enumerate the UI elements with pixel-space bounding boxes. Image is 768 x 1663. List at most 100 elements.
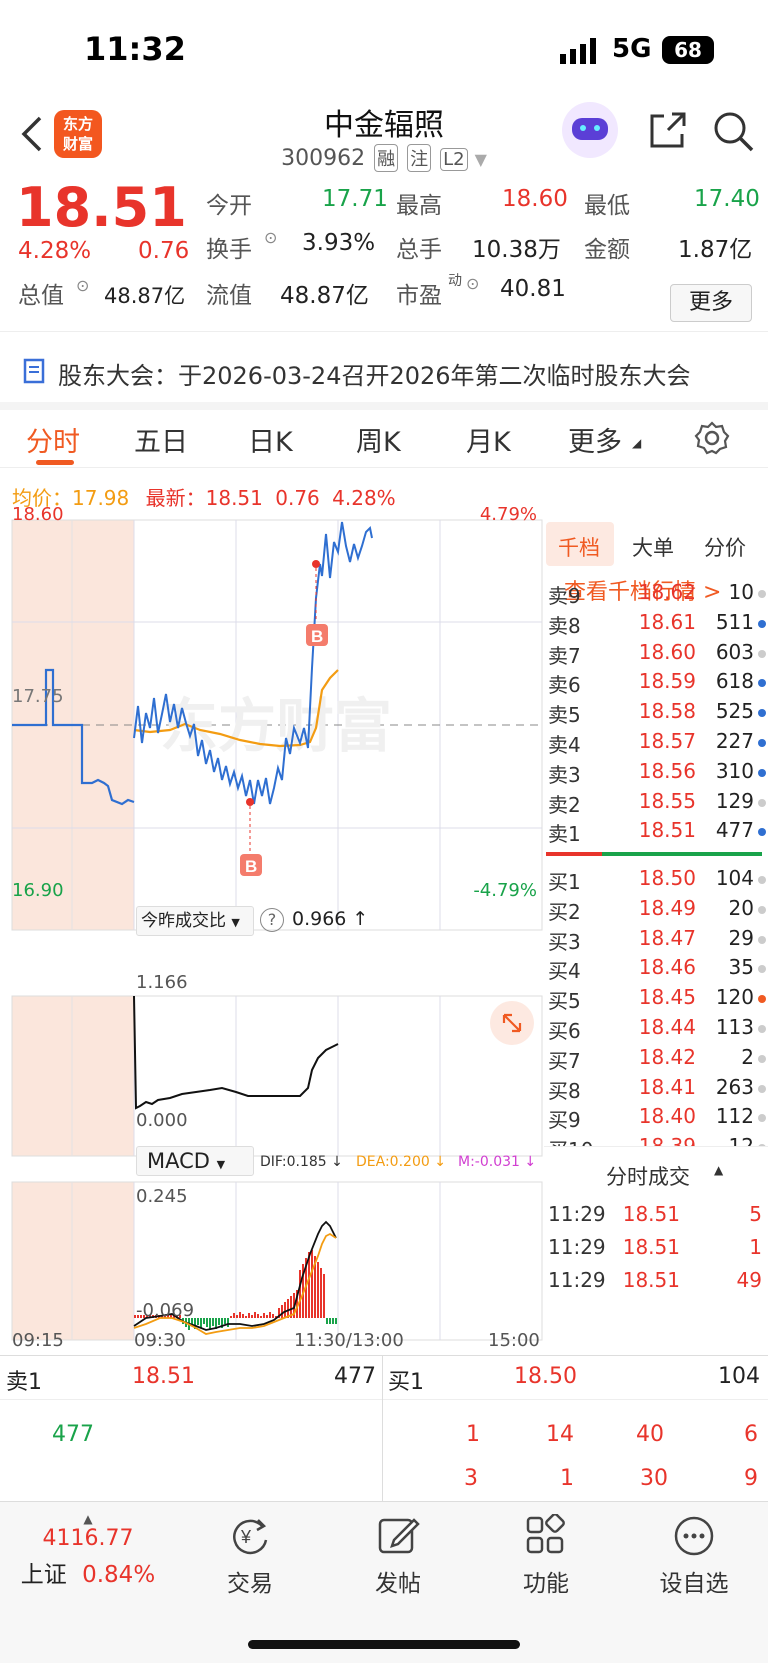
nav-functions[interactable]: 功能	[476, 1502, 616, 1598]
tag-registered: 注	[407, 144, 432, 172]
macd-bar	[233, 1313, 235, 1318]
depth-row[interactable]: 卖1 18.51 477	[544, 818, 768, 849]
depth-dot	[758, 739, 766, 747]
depth-row[interactable]: 买7 18.42 2	[544, 1045, 768, 1076]
bid-queue-item: 1	[560, 1466, 574, 1491]
nav-trade-label: 交易	[227, 1571, 273, 1597]
depth-row[interactable]: 卖8 18.61 511	[544, 610, 768, 641]
tab-monthly-k[interactable]: 月K	[466, 420, 511, 459]
depth-row[interactable]: 卖4 18.57 227	[544, 729, 768, 760]
depth-row[interactable]: 买5 18.45 120	[544, 985, 768, 1016]
depth-row[interactable]: 买6 18.44 113	[544, 1015, 768, 1046]
dea-value: DEA:0.200 ↓	[356, 1154, 446, 1170]
trade-row: 11:29 18.51 49	[544, 1268, 768, 1299]
depth-row[interactable]: 买9 18.40 112	[544, 1104, 768, 1135]
depth-level-label: 卖6	[548, 673, 581, 698]
depth-row[interactable]: 买3 18.47 29	[544, 926, 768, 957]
depth-dot	[758, 935, 766, 944]
depth-row[interactable]: 买8 18.41 263	[544, 1075, 768, 1106]
info-icon[interactable]: ⊙	[466, 274, 479, 293]
depth-row[interactable]: 卖7 18.60 603	[544, 640, 768, 671]
more-quote-button[interactable]: 更多	[670, 284, 752, 322]
assistant-robot-icon[interactable]	[562, 102, 618, 158]
latest-label: 最新：	[145, 486, 206, 510]
depth-price: 18.50	[638, 866, 696, 890]
depth-row[interactable]: 买4 18.46 35	[544, 955, 768, 986]
depth-row[interactable]: 卖3 18.56 310	[544, 759, 768, 790]
trade-price: 18.51	[622, 1268, 680, 1292]
depth-dot	[758, 679, 766, 688]
trade-volume: 5	[749, 1202, 762, 1226]
search-icon[interactable]	[712, 110, 756, 154]
info-icon[interactable]: ⊙	[76, 276, 89, 295]
tab-price-distribution[interactable]: 分价	[704, 532, 746, 562]
tab-weekly-k[interactable]: 周K	[356, 420, 401, 459]
ask-bar	[546, 852, 602, 856]
open-value: 17.71	[322, 186, 388, 212]
depth-dot	[758, 709, 766, 718]
depth-level-label: 买9	[548, 1108, 581, 1133]
open-label: 今开	[206, 193, 252, 219]
tab-big-orders[interactable]: 大单	[632, 532, 674, 562]
depth-level-label: 买5	[548, 989, 581, 1014]
depth-row[interactable]: 卖9 18.62 10	[544, 580, 768, 611]
macd-max-label: 0.245	[136, 1186, 188, 1207]
book-divider	[382, 1356, 383, 1502]
book-bid-label: 买1	[388, 1370, 424, 1395]
macd-bar	[269, 1312, 271, 1318]
depth-row[interactable]: 卖6 18.59 618	[544, 669, 768, 700]
buy-marker: B	[245, 857, 257, 876]
depth-row[interactable]: 买1 18.50 104	[544, 866, 768, 897]
macd-select[interactable]: MACD ▼	[136, 1146, 254, 1176]
help-icon[interactable]: ?	[260, 908, 284, 932]
depth-dot	[758, 1114, 766, 1123]
index-value: 4116.77	[42, 1526, 134, 1551]
tab-order-depth[interactable]: 千档	[558, 532, 600, 562]
depth-level-label: 买4	[548, 959, 581, 984]
notice-bar[interactable]: 股东大会：于2026-03-24召开2026年第二次临时股东大会	[0, 340, 768, 402]
book-ask-label: 卖1	[6, 1370, 42, 1395]
high-value: 18.60	[502, 186, 568, 212]
macd-min-label: -0.069	[136, 1300, 195, 1321]
depth-level-label: 买1	[548, 870, 581, 894]
chevron-down-icon[interactable]: ▼	[475, 150, 487, 169]
nav-post[interactable]: 发帖	[328, 1502, 468, 1598]
tab-daily-k[interactable]: 日K	[248, 420, 293, 459]
intraday-chart[interactable]: 东方财富 B B 18.60 17.75 16.90 4.79% -4.79% …	[0, 504, 545, 1351]
depth-row[interactable]: 卖2 18.55 129	[544, 789, 768, 820]
depth-dot	[758, 590, 766, 598]
latest-pct: 4.28%	[332, 486, 396, 510]
tag-level2: L2	[440, 148, 468, 171]
depth-volume: 10	[728, 580, 754, 604]
low-label: 最低	[584, 193, 630, 219]
tab-intraday[interactable]: 分时	[26, 420, 80, 459]
depth-volume: 35	[728, 955, 754, 980]
depth-volume: 104	[715, 866, 754, 890]
depth-row[interactable]: 卖5 18.58 525	[544, 699, 768, 730]
macd-bar	[323, 1274, 325, 1318]
pe-label: 市盈	[396, 283, 442, 309]
info-icon[interactable]: ⊙	[264, 228, 277, 247]
depth-price: 18.51	[638, 818, 696, 843]
nav-add-watchlist[interactable]: 设自选	[624, 1502, 764, 1598]
tag-margin: 融	[374, 144, 399, 172]
tab-five-day[interactable]: 五日	[134, 420, 188, 459]
depth-price: 18.46	[638, 955, 696, 980]
depth-dot	[758, 905, 766, 914]
trade-time: 11:29	[548, 1268, 606, 1292]
depth-row[interactable]: 买2 18.49 20	[544, 896, 768, 927]
nav-trade[interactable]: ¥ 交易	[180, 1502, 320, 1598]
depth-level-label: 卖7	[548, 643, 581, 668]
avg-value: 17.98	[72, 486, 130, 510]
home-indicator[interactable]	[248, 1640, 520, 1649]
share-icon[interactable]	[646, 110, 688, 152]
gear-icon[interactable]	[694, 420, 730, 456]
nav-post-label: 发帖	[375, 1571, 421, 1597]
ratio-select[interactable]: 今昨成交比 ▼	[136, 906, 254, 936]
index-ticker[interactable]: ▲ 4116.77 上证 0.84%	[18, 1502, 158, 1589]
macd-bar	[212, 1318, 214, 1326]
tab-more[interactable]: 更多	[568, 420, 622, 459]
macd-bar	[224, 1318, 226, 1324]
document-icon	[23, 358, 45, 384]
trades-header[interactable]: 分时成交 ▲	[544, 1146, 768, 1196]
